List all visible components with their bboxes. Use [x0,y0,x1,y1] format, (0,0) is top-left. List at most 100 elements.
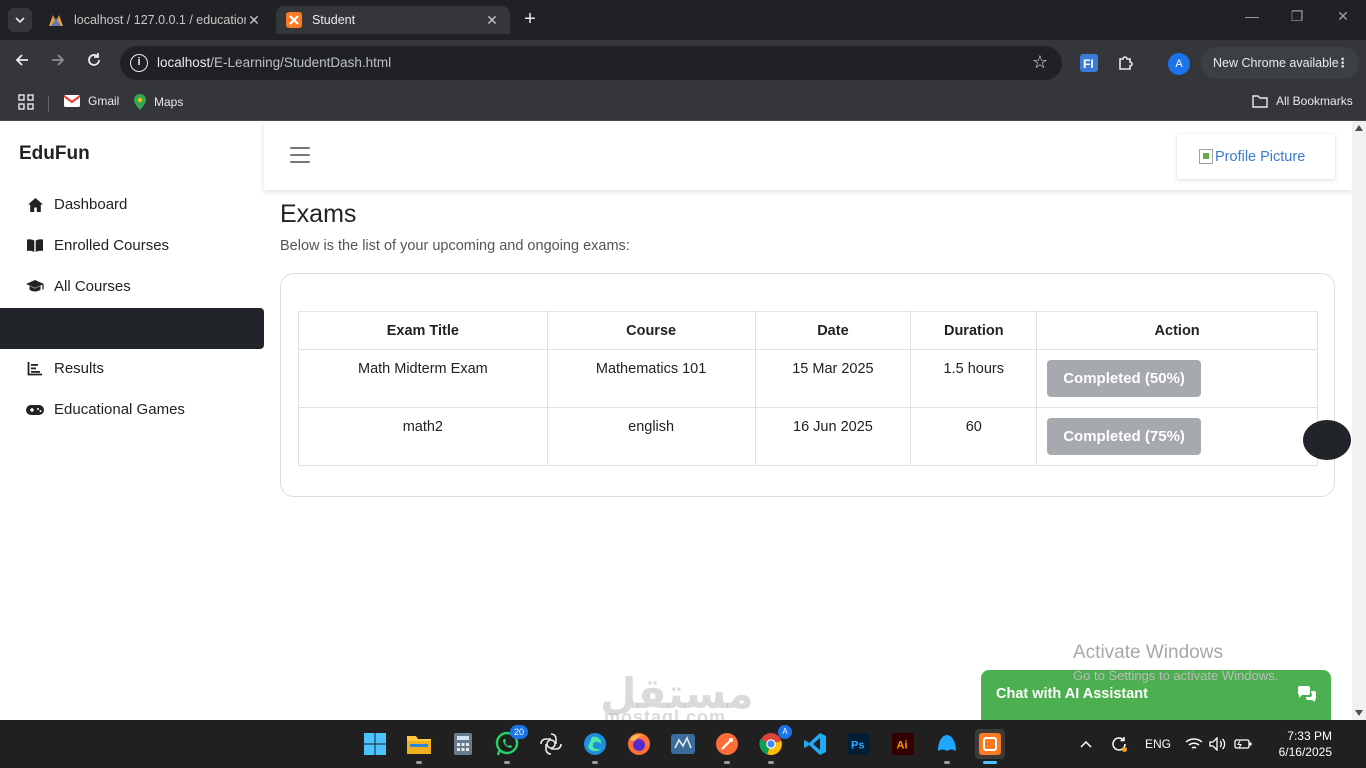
activate-windows-title: Activate Windows [1073,642,1223,663]
sidebar-item-all-courses[interactable]: All Courses [0,266,264,307]
bookmark-star-icon[interactable]: ☆ [1032,52,1048,73]
exam-title-cell: Math Midterm Exam [298,349,548,408]
action-cell: Completed (50%) [1036,349,1318,408]
brand-logo[interactable]: EduFun [19,143,90,165]
tab-title: localhost / 127.0.0.1 / education [74,13,246,27]
firefox-icon[interactable] [624,729,654,759]
sidebar-item-label: All Courses [54,278,131,295]
sidebar-item-results[interactable]: Results [0,348,264,389]
action-cell: Completed (75%) [1036,407,1318,466]
folder-icon [1252,94,1268,108]
volume-icon[interactable] [1209,720,1227,768]
tab-search-button[interactable] [8,8,32,32]
bookmarks-bar: Gmail Maps All Bookmarks [0,86,1366,121]
date-cell: 15 Mar 2025 [754,349,912,408]
maps-pin-icon [134,94,146,110]
app-blue-icon[interactable] [932,729,962,764]
xampp-taskbar-icon[interactable] [975,729,1005,764]
sidebar-item-exams-active[interactable] [0,308,264,349]
calculator-icon[interactable] [448,729,478,759]
chrome-icon[interactable]: A [756,725,792,764]
sidebar: EduFun Dashboard Enrolled Courses All Co… [0,121,264,720]
page-scrollbar[interactable] [1352,121,1366,720]
course-cell: Mathematics 101 [546,349,756,408]
profile-picture-alt-text: Profile Picture [1215,148,1306,165]
exams-table: Exam Title Course Date Duration Action M… [298,311,1318,466]
clock-time: 7:33 PM [1287,729,1332,743]
tab-title: Student [312,13,356,27]
sync-icon[interactable] [1110,720,1128,768]
notification-badge: 20 [510,725,528,739]
column-header: Duration [910,311,1038,350]
taskbar-clock[interactable]: 7:33 PM 6/16/2025 [1262,728,1332,760]
activate-windows-subtitle: Go to Settings to activate Windows. [1073,668,1279,683]
new-chrome-available-button[interactable]: New Chrome available ⋮ [1201,47,1359,79]
column-header: Exam Title [298,311,548,350]
sidebar-item-dashboard[interactable]: Dashboard [0,184,264,225]
site-info-icon[interactable]: i [130,54,148,72]
exam-title-cell: math2 [298,407,548,466]
wifi-icon[interactable] [1185,720,1203,768]
svg-text:Ps: Ps [851,740,864,752]
svg-text:FI: FI [1083,57,1094,71]
page-title: Exams [280,200,357,228]
reload-icon[interactable] [82,51,106,75]
column-header: Date [754,311,912,350]
clock-date: 6/16/2025 [1278,745,1332,759]
photoshop-icon[interactable]: Ps [844,729,874,759]
file-explorer-icon[interactable] [404,729,434,764]
chatgpt-icon[interactable] [536,729,566,759]
close-tab-icon[interactable]: ✕ [484,12,500,29]
postman-icon[interactable] [712,729,742,764]
bookmark-gmail[interactable]: Gmail [64,94,119,108]
bookmark-maps[interactable]: Maps [134,94,183,110]
browser-tab-phpmyadmin[interactable]: localhost / 127.0.0.1 / education ✕ [38,6,272,34]
table-row: Math Midterm Exam Mathematics 101 15 Mar… [298,349,1318,408]
sidebar-item-enrolled-courses[interactable]: Enrolled Courses [0,225,264,266]
translate-extension-icon[interactable]: FI [1079,53,1099,73]
gamepad-icon [25,400,45,420]
chrome-profile-badge: A [778,725,792,739]
table-row: math2 english 16 Jun 2025 60 Completed (… [298,407,1318,466]
sidebar-item-label: Dashboard [54,196,128,213]
extensions-puzzle-icon[interactable] [1116,53,1136,73]
all-bookmarks[interactable]: All Bookmarks [1252,94,1353,108]
restore-icon[interactable]: ❐ [1285,8,1309,25]
browser-tab-student[interactable]: Student ✕ [276,6,510,34]
whatsapp-icon[interactable]: 20 [492,725,528,764]
hamburger-menu-icon[interactable] [290,147,310,163]
floating-action-button[interactable] [1303,420,1351,460]
close-window-icon[interactable]: ✕ [1331,8,1355,25]
graduation-cap-icon [25,277,45,297]
table-header-row: Exam Title Course Date Duration Action [298,311,1318,350]
column-header: Course [546,311,756,350]
profile-picture[interactable]: Profile Picture [1177,134,1335,179]
windows-taskbar: 20 A Ps Ai ENG 7:33 PM 6/16/2025 [0,720,1366,768]
duration-cell: 60 [910,407,1038,466]
apps-grid-icon[interactable] [18,94,34,110]
illustrator-icon[interactable]: Ai [888,729,918,759]
language-indicator[interactable]: ENG [1145,720,1171,768]
browser-tab-strip: localhost / 127.0.0.1 / education ✕ Stud… [0,0,1366,40]
completed-button[interactable]: Completed (50%) [1047,360,1201,397]
battery-icon[interactable] [1234,720,1252,768]
phpmyadmin-icon [48,12,64,28]
show-hidden-icons-chevron[interactable] [1080,720,1092,768]
sidebar-item-label: Results [54,360,105,377]
new-tab-button[interactable]: + [518,8,542,32]
windows-start-icon[interactable] [360,729,390,759]
close-tab-icon[interactable]: ✕ [246,12,262,29]
sidebar-item-educational-games[interactable]: Educational Games [0,389,264,430]
minimize-icon[interactable]: — [1240,8,1264,24]
edge-browser-icon[interactable] [580,729,610,764]
forward-arrow-icon[interactable] [46,51,70,75]
back-arrow-icon[interactable] [10,51,34,75]
completed-button[interactable]: Completed (75%) [1047,418,1201,455]
chat-bubbles-icon [1297,686,1317,706]
address-bar[interactable]: i localhost/E-Learning/StudentDash.html … [120,46,1062,80]
profile-avatar[interactable]: A [1168,53,1190,75]
scroll-down-arrow-icon[interactable] [1355,710,1363,716]
vscode-icon[interactable] [800,729,830,759]
scroll-up-arrow-icon[interactable] [1355,125,1363,131]
mysql-workbench-icon[interactable] [668,729,698,759]
